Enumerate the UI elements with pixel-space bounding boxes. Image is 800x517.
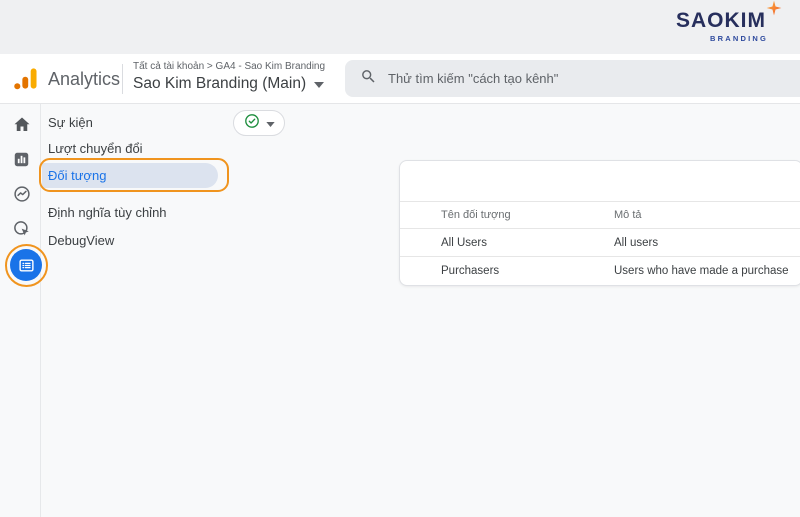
analytics-header: Analytics Tất cả tài khoản > GA4 - Sao K… xyxy=(0,54,800,104)
audiences-card: Tên đối tượng Mô tả All Users All users … xyxy=(399,160,800,286)
saokim-logo-text: SAOKIM xyxy=(676,9,766,32)
header-divider xyxy=(122,64,123,94)
table-row[interactable]: Purchasers Users who have made a purchas… xyxy=(400,256,800,284)
table-row[interactable]: All Users All users xyxy=(400,228,800,256)
reports-icon[interactable] xyxy=(13,151,30,173)
star-icon xyxy=(766,0,782,21)
breadcrumb: Tất cả tài khoản > GA4 - Sao Kim Brandin… xyxy=(133,61,326,72)
saokim-tagline: BRANDING xyxy=(709,34,768,43)
events-status-button[interactable] xyxy=(233,110,285,136)
audience-description: Users who have made a purchase xyxy=(614,264,789,277)
configure-icon[interactable] xyxy=(10,249,42,281)
column-header-description: Mô tả xyxy=(614,209,642,221)
nav-item-conversions[interactable]: Lượt chuyển đổi xyxy=(48,136,143,162)
google-analytics-logo-icon[interactable] xyxy=(12,65,39,97)
explore-icon[interactable] xyxy=(13,185,31,208)
audience-name: All Users xyxy=(441,236,488,249)
nav-item-custom-definitions[interactable]: Định nghĩa tùy chỉnh xyxy=(48,200,167,226)
advertising-icon[interactable] xyxy=(13,220,31,243)
chevron-down-icon xyxy=(314,75,325,93)
saokim-logo: SAOKIM BRANDING xyxy=(676,0,782,43)
search-bar[interactable] xyxy=(345,60,800,97)
home-icon[interactable] xyxy=(13,116,31,139)
screen: SAOKIM BRANDING Analytics Tất cả tài kho… xyxy=(0,0,800,517)
check-circle-icon xyxy=(244,113,260,134)
top-brand-bar: SAOKIM BRANDING xyxy=(0,0,800,54)
audience-name: Purchasers xyxy=(441,264,500,277)
left-icon-rail xyxy=(0,104,48,517)
nav-item-events[interactable]: Sự kiện xyxy=(48,110,93,136)
card-toolbar-area xyxy=(400,161,800,201)
main-body: Sự kiện Lượt chuyển đổi Đối tượng Định n… xyxy=(0,104,800,517)
column-header-audience-name: Tên đối tượng xyxy=(441,209,511,221)
property-name: Sao Kim Branding (Main) xyxy=(133,75,307,92)
account-property-selector[interactable]: Tất cả tài khoản > GA4 - Sao Kim Brandin… xyxy=(133,61,325,93)
table-header-row: Tên đối tượng Mô tả xyxy=(400,201,800,228)
audience-description: All users xyxy=(614,236,659,249)
search-icon xyxy=(360,68,377,90)
nav-item-audiences[interactable]: Đối tượng xyxy=(42,163,218,188)
caret-down-icon xyxy=(265,114,275,132)
app-name: Analytics xyxy=(48,69,121,89)
nav-item-debugview[interactable]: DebugView xyxy=(48,228,114,254)
search-input[interactable] xyxy=(388,71,768,86)
